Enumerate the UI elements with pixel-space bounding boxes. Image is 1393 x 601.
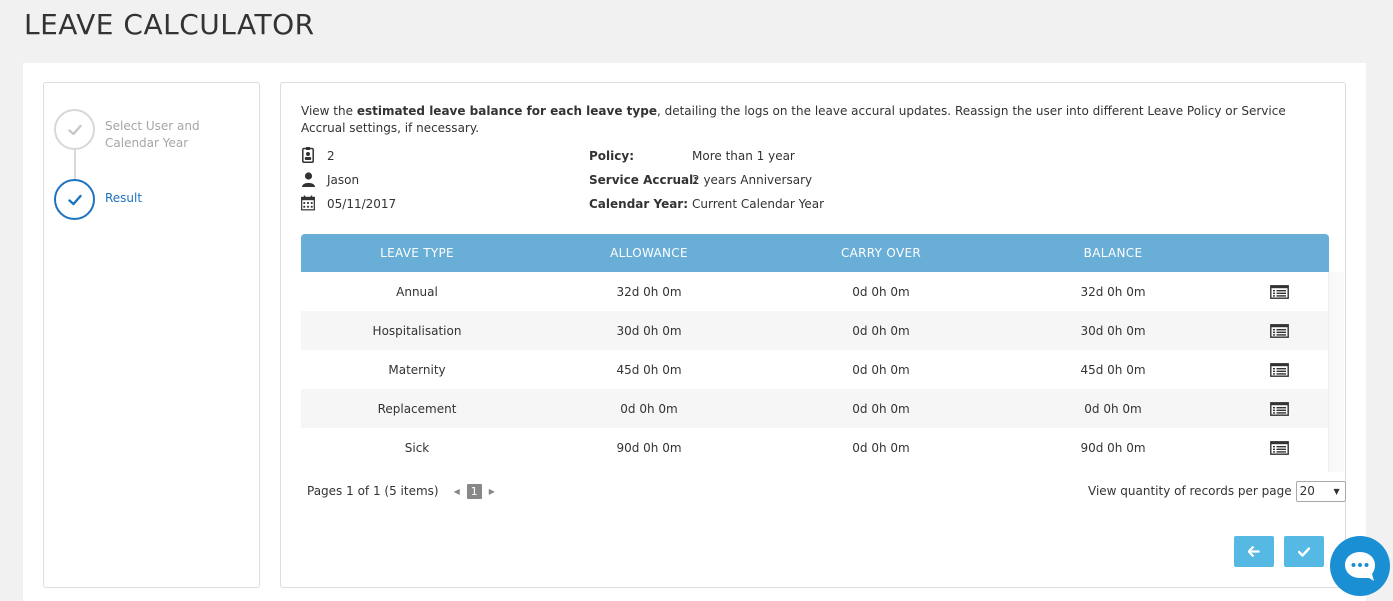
allowance-cell: 32d 0h 0m: [616, 284, 682, 299]
service-accrual-value: 2 years Anniversary: [692, 173, 813, 187]
calendar-year-label: Calendar Year:: [589, 197, 689, 211]
leave-type-cell: Annual: [396, 284, 438, 299]
leave-table: LEAVE TYPE ALLOWANCE CARRY OVER BALANCE …: [301, 234, 1329, 467]
confirm-button[interactable]: [1284, 536, 1324, 567]
description-bold: estimated leave balance for each leave t…: [356, 104, 657, 118]
list-details-icon: [1269, 284, 1289, 299]
balance-cell: 90d 0h 0m: [1080, 440, 1146, 455]
calendar-icon: [301, 195, 315, 211]
table-header: LEAVE TYPE ALLOWANCE CARRY OVER BALANCE: [301, 234, 1329, 272]
back-button[interactable]: [1234, 536, 1274, 567]
calendar-year-value: Current Calendar Year: [692, 197, 825, 211]
check-icon: [67, 194, 82, 205]
leave-type-cell: Sick: [404, 440, 430, 455]
list-details-icon: [1269, 323, 1289, 338]
chat-bubble-icon: [1345, 552, 1375, 581]
list-details-icon: [1269, 362, 1289, 377]
description-text: View the estimated leave balance for eac…: [301, 103, 1331, 137]
table-row: Maternity 45d 0h 0m 0d 0h 0m 45d 0h 0m: [301, 350, 1329, 389]
carry-over-cell: 0d 0h 0m: [852, 323, 910, 338]
step-active-circle: [54, 179, 95, 220]
per-page-label: View quantity of records per page: [1088, 484, 1292, 498]
carry-over-cell: 0d 0h 0m: [852, 440, 910, 455]
check-icon: [67, 124, 82, 135]
check-icon: [1298, 546, 1310, 557]
step-done-circle: [54, 109, 95, 150]
header-carry-over[interactable]: CARRY OVER: [765, 246, 997, 260]
step-label-line2: Calendar Year: [105, 136, 189, 150]
pager-summary: Pages 1 of 1 (5 items): [307, 484, 439, 498]
details-button[interactable]: [1229, 401, 1329, 416]
service-accrual-label: Service Accrual:: [589, 173, 699, 187]
balance-cell: 32d 0h 0m: [1080, 284, 1146, 299]
table-row: Sick 90d 0h 0m 0d 0h 0m 90d 0h 0m: [301, 428, 1329, 467]
arrow-left-icon: [1248, 546, 1260, 557]
allowance-cell: 90d 0h 0m: [616, 440, 682, 455]
balance-cell: 30d 0h 0m: [1080, 323, 1146, 338]
details-button[interactable]: [1229, 362, 1329, 377]
details-button[interactable]: [1229, 323, 1329, 338]
leave-type-cell: Hospitalisation: [372, 323, 462, 338]
allowance-cell: 0d 0h 0m: [620, 401, 678, 416]
leave-type-cell: Maternity: [388, 362, 446, 377]
prev-page-icon[interactable]: ◀: [454, 487, 460, 496]
leave-type-cell: Replacement: [377, 401, 457, 416]
steps-card: Select User and Calendar Year Result: [43, 82, 260, 588]
table-body: Annual 32d 0h 0m 0d 0h 0m 32d 0h 0m Hospital…: [301, 272, 1329, 467]
allowance-cell: 45d 0h 0m: [616, 362, 682, 377]
table-row: Hospitalisation 30d 0h 0m 0d 0h 0m 30d 0h 0…: [301, 311, 1329, 350]
date-value: 05/11/2017: [327, 197, 397, 211]
per-page-control: View quantity of records per page 20 ▼: [1088, 480, 1346, 502]
header-leave-type[interactable]: LEAVE TYPE: [301, 246, 533, 260]
header-allowance[interactable]: ALLOWANCE: [533, 246, 765, 260]
details-button[interactable]: [1229, 284, 1329, 299]
id-badge-icon: [301, 147, 315, 163]
table-scrollbar[interactable]: [1328, 272, 1344, 472]
carry-over-cell: 0d 0h 0m: [852, 362, 910, 377]
description-pre: View the: [301, 104, 357, 118]
chevron-down-icon: ▼: [1333, 486, 1340, 496]
next-page-icon[interactable]: ▶: [489, 487, 495, 496]
page-number-button[interactable]: 1: [466, 483, 482, 499]
balance-cell: 0d 0h 0m: [1084, 401, 1142, 416]
allowance-cell: 30d 0h 0m: [616, 323, 682, 338]
carry-over-cell: 0d 0h 0m: [852, 401, 910, 416]
pager: Pages 1 of 1 (5 items) ◀ 1 ▶: [307, 481, 502, 501]
policy-value: More than 1 year: [692, 149, 795, 163]
carry-over-cell: 0d 0h 0m: [852, 284, 910, 299]
user-icon: [301, 171, 315, 187]
details-button[interactable]: [1229, 440, 1329, 455]
step-label-line1: Select User and: [105, 119, 200, 133]
list-details-icon: [1269, 401, 1289, 416]
per-page-select[interactable]: 20 ▼: [1295, 480, 1346, 502]
balance-cell: 45d 0h 0m: [1080, 362, 1146, 377]
table-row: Annual 32d 0h 0m 0d 0h 0m 32d 0h 0m: [301, 272, 1329, 311]
page-title: LEAVE CALCULATOR: [24, 8, 315, 41]
step-connector: [74, 149, 76, 181]
user-name-value: Jason: [327, 173, 360, 187]
header-balance[interactable]: BALANCE: [997, 246, 1229, 260]
chat-launcher-button[interactable]: [1330, 536, 1390, 596]
list-details-icon: [1269, 440, 1289, 455]
policy-label: Policy:: [589, 149, 634, 163]
per-page-value: 20: [1299, 484, 1315, 498]
table-row: Replacement 0d 0h 0m 0d 0h 0m 0d 0h 0m: [301, 389, 1329, 428]
step-result-label: Result: [105, 191, 143, 205]
user-id-value: 2: [327, 149, 335, 163]
